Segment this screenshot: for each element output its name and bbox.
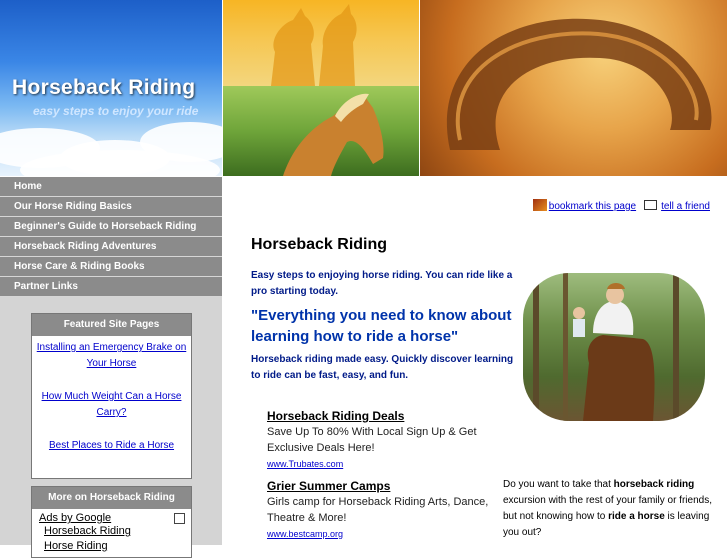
nav-item-beginners-guide[interactable]: Beginner's Guide to Horseback Riding — [0, 217, 222, 237]
sky-banner-image: Horseback Riding easy steps to enjoy you… — [0, 0, 222, 176]
para-bold-text: ride a horse — [608, 511, 665, 522]
para-bold-text: horseback riding — [613, 479, 695, 490]
bookmark-icon[interactable] — [532, 199, 547, 211]
more-riding-heading: More on Horseback Riding — [32, 487, 191, 509]
nav-item-care-books[interactable]: Horse Care & Riding Books — [0, 257, 222, 277]
ad-link-horseback-riding[interactable]: Horseback Riding — [44, 524, 191, 539]
external-link-icon[interactable] — [174, 513, 185, 524]
site-title: Horseback Riding — [12, 76, 196, 99]
left-sidebar-panel: Featured Site Pages Installing an Emerge… — [0, 297, 222, 558]
horseshoe-image — [420, 0, 727, 176]
page-tools: bookmark this page tell a friend — [532, 199, 710, 212]
site-subtitle: easy steps to enjoy your ride — [33, 104, 199, 118]
more-riding-box: More on Horseback Riding Ads by Google H… — [31, 486, 192, 558]
left-navigation: Home Our Horse Riding Basics Beginner's … — [0, 177, 222, 297]
ad-text: Save Up To 80% With Local Sign Up & Get … — [267, 426, 477, 454]
palomino-horse-image — [223, 86, 419, 176]
ad-link-horse-riding[interactable]: Horse Riding — [44, 539, 191, 554]
horses-silhouette-image — [223, 0, 419, 86]
envelope-icon[interactable] — [644, 200, 658, 210]
sponsored-ad: Grier Summer Camps Girls camp for Horseb… — [267, 478, 507, 542]
bookmark-link[interactable]: bookmark this page — [549, 201, 636, 212]
featured-pages-heading: Featured Site Pages — [32, 314, 191, 336]
ad-url[interactable]: www.bestcamp.org — [267, 526, 507, 542]
nav-item-partner-links[interactable]: Partner Links — [0, 277, 222, 297]
featured-link-emergency-brake[interactable]: Installing an Emergency Brake on Your Ho… — [36, 340, 187, 372]
ad-title[interactable]: Grier Summer Camps — [267, 478, 507, 494]
featured-pages-box: Featured Site Pages Installing an Emerge… — [31, 313, 192, 479]
featured-link-horse-weight[interactable]: How Much Weight Can a Horse Carry? — [36, 389, 187, 421]
featured-link-best-places[interactable]: Best Places to Ride a Horse — [36, 438, 187, 454]
ad-title[interactable]: Horseback Riding Deals — [267, 408, 507, 424]
riders-on-horse-photo — [523, 273, 705, 421]
para-text: Do you want to take that — [503, 479, 614, 490]
family-excursion-paragraph: Do you want to take that horseback ridin… — [503, 477, 713, 541]
sponsored-ad: Horseback Riding Deals Save Up To 80% Wi… — [267, 408, 507, 472]
page-title: Horseback Riding — [251, 236, 388, 253]
intro-text: Easy steps to enjoying horse riding. You… — [251, 270, 513, 297]
made-easy-text: Horseback riding made easy. Quickly disc… — [251, 354, 514, 381]
nav-item-home[interactable]: Home — [0, 177, 222, 197]
nav-item-basics[interactable]: Our Horse Riding Basics — [0, 197, 222, 217]
headline-quote: "Everything you need to know about learn… — [251, 307, 512, 345]
tell-friend-link[interactable]: tell a friend — [661, 201, 710, 212]
site-header: Horseback Riding easy steps to enjoy you… — [0, 0, 727, 176]
ad-url[interactable]: www.Trubates.com — [267, 456, 507, 472]
ads-by-google-link[interactable]: Ads by Google — [39, 512, 111, 524]
nav-item-adventures[interactable]: Horseback Riding Adventures — [0, 237, 222, 257]
ad-text: Girls camp for Horseback Riding Arts, Da… — [267, 496, 489, 524]
